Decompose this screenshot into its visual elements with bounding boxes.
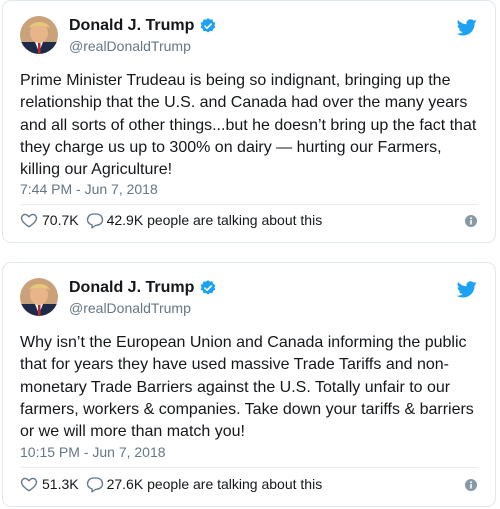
tweet-text-line: Why isn’t the European Union and Canada … — [20, 334, 467, 351]
heart-icon[interactable] — [20, 475, 38, 493]
tweet-text-line: monetary Trade Barriers against the U.S.… — [20, 378, 451, 396]
tweet-card[interactable]: Donald J. Trump @realDonaldTrump Prime M… — [2, 0, 496, 243]
tweet-text-line: or we will more than match you! — [20, 423, 245, 441]
tweet-timestamp[interactable]: 10:15 PM - Jun 7, 2018 — [20, 444, 166, 460]
tweet-actions: 51.3K 27.6K people are talking about thi… — [20, 474, 322, 494]
author-name[interactable]: Donald J. Trump — [69, 279, 194, 297]
avatar[interactable] — [20, 278, 58, 316]
tweet-text-line: and all sorts of other things...but he d… — [20, 116, 477, 134]
tweet-text-line: farmers, workers & companies. Take down … — [20, 400, 474, 418]
avatar[interactable] — [20, 16, 58, 54]
twitter-bird-icon[interactable] — [456, 19, 477, 36]
author-handle[interactable]: @realDonaldTrump — [69, 300, 191, 316]
tweet-text-line: they charge us up to 300% on dairy — hur… — [20, 138, 442, 156]
tweet-text-line: that for years they have used massive Tr… — [20, 356, 449, 374]
divider — [20, 467, 478, 468]
tweet-text-line: killing our Agriculture! — [20, 161, 173, 179]
talking-count[interactable]: 42.9K people are talking about this — [107, 212, 323, 228]
like-count[interactable]: 70.7K — [42, 212, 79, 228]
verified-badge-icon — [199, 279, 217, 297]
divider — [20, 204, 478, 205]
speech-bubble-icon[interactable] — [86, 211, 104, 229]
twitter-bird-icon[interactable] — [456, 281, 477, 298]
tweet-text-line: Prime Minister Trudeau is being so indig… — [20, 72, 451, 89]
tweet-timestamp[interactable]: 7:44 PM - Jun 7, 2018 — [20, 181, 158, 197]
tweet-text-line: relationship that the U.S. and Canada ha… — [20, 94, 468, 112]
speech-bubble-icon[interactable] — [86, 475, 104, 493]
talking-count[interactable]: 27.6K people are talking about this — [107, 476, 323, 492]
author-handle[interactable]: @realDonaldTrump — [69, 38, 191, 54]
info-icon[interactable] — [465, 478, 477, 491]
verified-badge-icon — [199, 17, 217, 35]
like-count[interactable]: 51.3K — [42, 476, 79, 492]
tweet-text: Why isn’t the European Union and Canada … — [20, 332, 485, 443]
author-name[interactable]: Donald J. Trump — [69, 17, 194, 35]
heart-icon[interactable] — [20, 211, 38, 229]
tweet-card[interactable]: Donald J. Trump @realDonaldTrump Why isn… — [2, 262, 496, 507]
tweet-actions: 70.7K 42.9K people are talking about thi… — [20, 210, 322, 230]
info-icon[interactable] — [465, 214, 477, 227]
tweet-text: Prime Minister Trudeau is being so indig… — [20, 70, 485, 181]
